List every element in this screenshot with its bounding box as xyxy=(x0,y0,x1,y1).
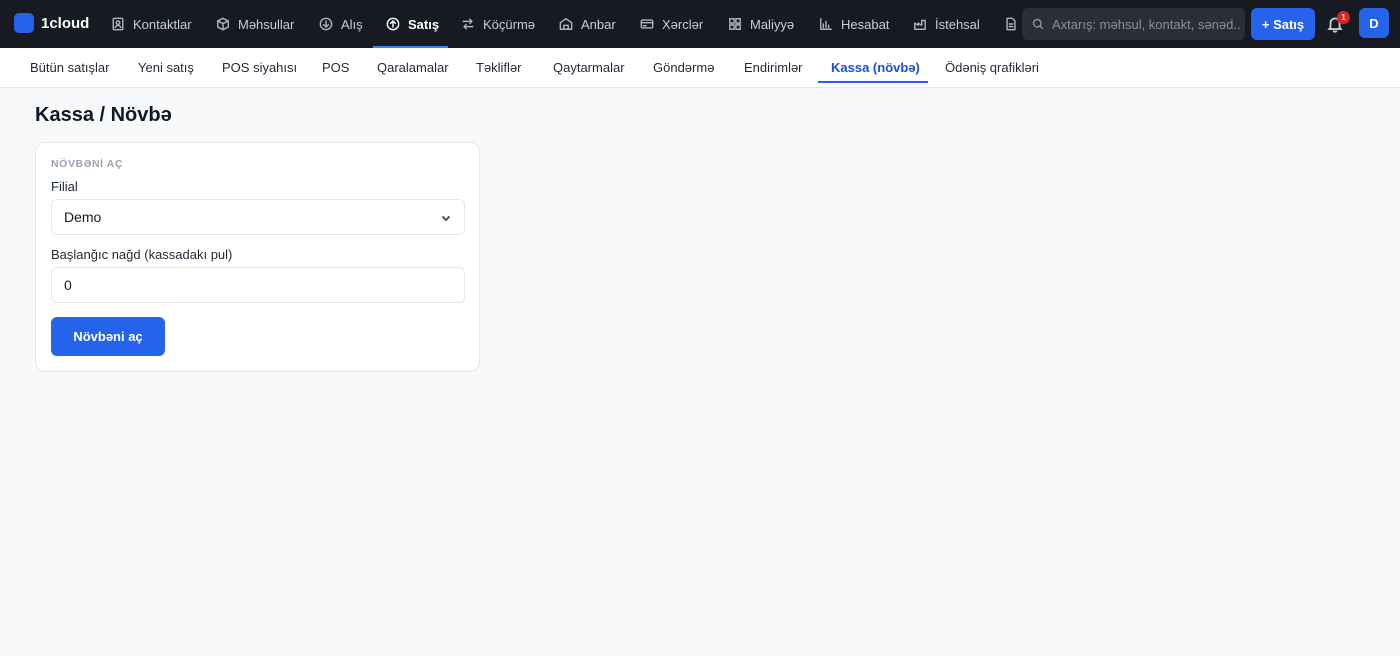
open-shift-button[interactable]: Növbəni aç xyxy=(51,317,165,356)
subnav-item-new-sale[interactable]: Yeni satış xyxy=(138,48,194,86)
box-icon xyxy=(217,17,229,31)
finance-icon xyxy=(729,18,741,30)
subnav-item-shipping[interactable]: Göndərmə xyxy=(653,48,714,86)
subnav-item-all-sales[interactable]: Bütün satışlar xyxy=(30,48,110,86)
subnav-item-pos[interactable]: POS xyxy=(322,48,349,86)
top-navigation-bar: 1cloud Kontaktlar Məhsullar Alış Satış K… xyxy=(0,0,1400,48)
arrow-up-circle-icon xyxy=(386,17,400,31)
opening-cash-input[interactable] xyxy=(51,267,465,303)
active-subnav-indicator xyxy=(818,81,928,83)
nav-item-label: Xərclər xyxy=(662,16,704,32)
sales-subnav: Bütün satışlar Yeni satış POS siyahısı P… xyxy=(0,48,1400,88)
arrow-down-circle-icon xyxy=(319,17,333,31)
page-title: Kassa / Növbə xyxy=(35,104,172,126)
global-search[interactable] xyxy=(1022,8,1245,40)
notification-badge: 1 xyxy=(1337,11,1350,24)
subnav-item-drafts[interactable]: Qaralamalar xyxy=(377,48,449,86)
nav-item-label: Satış xyxy=(408,16,440,32)
contacts-icon xyxy=(112,17,124,31)
warehouse-icon xyxy=(559,18,573,30)
nav-item-mehsullar[interactable]: Məhsullar xyxy=(216,0,294,48)
nav-item-hesabat[interactable]: Hesabat xyxy=(819,0,889,48)
branch-label: Filial xyxy=(51,179,78,194)
nav-item-anbar[interactable]: Anbar xyxy=(559,0,616,48)
nav-item-kocurme[interactable]: Köçürmə xyxy=(461,0,535,48)
nav-item-xercler[interactable]: Xərclər xyxy=(640,0,703,48)
nav-item-satis[interactable]: Satış xyxy=(386,0,439,48)
expense-icon xyxy=(640,19,654,29)
user-avatar[interactable]: D xyxy=(1359,8,1389,38)
production-icon xyxy=(914,19,926,30)
opening-cash-label: Başlanğıc nağd (kassadakı pul) xyxy=(51,247,233,262)
app-name: 1cloud xyxy=(41,14,90,32)
new-sale-button[interactable]: + Satış xyxy=(1251,8,1315,40)
nav-item-maliyye[interactable]: Maliyyə xyxy=(728,0,794,48)
nav-item-label: Köçürmə xyxy=(483,16,536,32)
nav-item-label: Alış xyxy=(341,16,363,32)
search-input[interactable] xyxy=(1052,16,1242,32)
subnav-item-discounts[interactable]: Endirimlər xyxy=(744,48,803,86)
document-icon xyxy=(1006,17,1016,31)
nav-item-label: Kontaktlar xyxy=(133,16,192,32)
chevron-down-icon xyxy=(441,215,451,222)
branch-select[interactable]: Demo xyxy=(51,199,465,235)
open-shift-card: NÖVBƏNİ AÇ Filial Demo Başlanğıc nağd (k… xyxy=(35,142,480,372)
subnav-item-pos-list[interactable]: POS siyahısı xyxy=(222,48,297,86)
nav-item-label: İstehsal xyxy=(935,16,980,32)
nav-item-label: Hesabat xyxy=(841,16,890,32)
section-label: NÖVBƏNİ AÇ xyxy=(51,158,124,170)
search-icon xyxy=(1032,18,1044,30)
app-logo[interactable]: 1cloud xyxy=(14,13,89,33)
branch-select-value: Demo xyxy=(64,209,102,225)
nav-item-kontaktlar[interactable]: Kontaktlar xyxy=(111,0,192,48)
nav-item-istehsal[interactable]: İstehsal xyxy=(913,0,980,48)
transfer-icon xyxy=(462,18,474,30)
subnav-item-payment-schedules[interactable]: Ödəniş qrafikləri xyxy=(945,48,1039,86)
bar-chart-icon xyxy=(820,18,832,30)
nav-item-label: Məhsullar xyxy=(238,16,295,32)
subnav-item-quotes[interactable]: Təkliflər xyxy=(476,48,522,86)
nav-item-label: Anbar xyxy=(581,16,616,32)
nav-item-alis[interactable]: Alış xyxy=(319,0,363,48)
nav-item-label: Maliyyə xyxy=(750,16,795,32)
notifications-button[interactable]: 1 xyxy=(1326,11,1350,36)
logo-mark-icon xyxy=(14,13,34,33)
subnav-item-returns[interactable]: Qaytarmalar xyxy=(553,48,625,86)
